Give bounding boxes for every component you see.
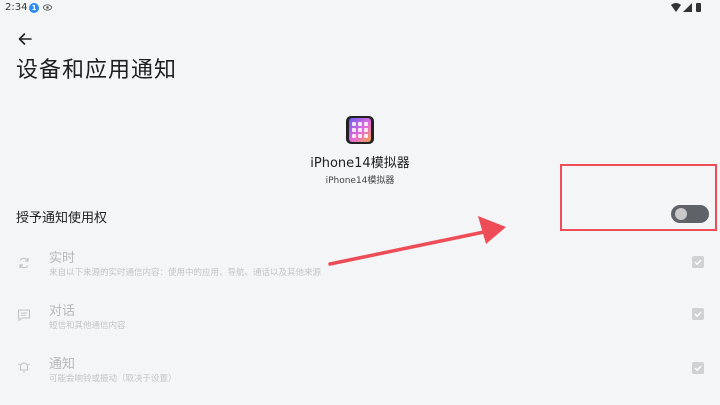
category-title: 对话 [49, 304, 76, 319]
category-description: 来自以下来源的实时通信内容：使用中的应用、导航、通话以及其他来源 [49, 268, 322, 278]
notification-access-toggle[interactable] [671, 205, 709, 223]
status-bar: 2:34 1 [0, 0, 720, 16]
page-title: 设备和应用通知 [16, 58, 178, 83]
chat-icon [17, 309, 31, 322]
category-checkbox-conversations[interactable] [692, 308, 704, 320]
category-row-conversations[interactable]: 对话 短信和其他通信内容 [0, 298, 720, 338]
sync-icon [19, 257, 29, 269]
signal-icon [683, 3, 692, 12]
eye-icon [43, 4, 52, 11]
category-title: 通知 [49, 357, 76, 372]
back-arrow-icon[interactable] [16, 30, 34, 48]
notification-badge-icon: 1 [29, 3, 39, 13]
battery-icon [696, 3, 701, 12]
category-description: 短信和其他通信内容 [49, 321, 126, 331]
category-row-notifications[interactable]: 通知 可能会响铃或振动（取决于设置） [0, 352, 720, 392]
category-checkbox-realtime[interactable] [692, 256, 704, 268]
category-checkbox-notifications[interactable] [692, 362, 704, 374]
app-icon [346, 116, 374, 144]
toggle-knob [675, 208, 687, 220]
category-row-realtime[interactable]: 实时 来自以下来源的实时通信内容：使用中的应用、导航、通话以及其他来源 [0, 245, 720, 285]
status-time: 2:34 [5, 2, 28, 13]
bell-icon [18, 362, 30, 373]
category-description: 可能会响铃或振动（取决于设置） [49, 374, 177, 384]
app-package-label: iPhone14模拟器 [325, 176, 395, 186]
notification-access-label: 授予通知使用权 [16, 211, 108, 226]
app-name: iPhone14模拟器 [310, 156, 410, 171]
category-title: 实时 [49, 251, 76, 266]
wifi-icon [671, 3, 681, 12]
